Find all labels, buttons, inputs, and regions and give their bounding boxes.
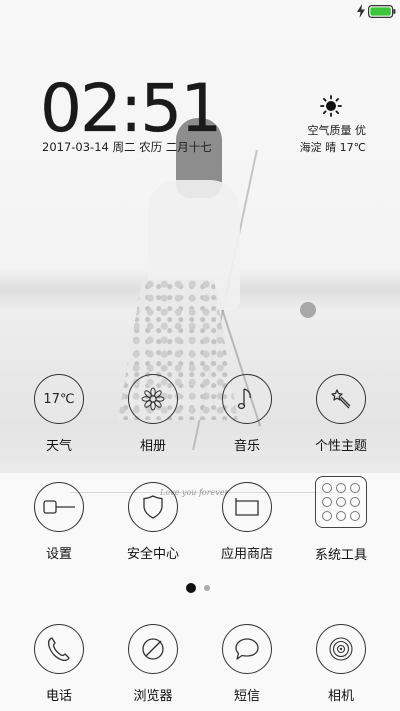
app-label: 短信 [233,689,260,704]
app-store[interactable]: 应用商店 [200,482,294,562]
app-music[interactable]: 音乐 [200,374,294,454]
battery-full-icon [368,5,396,18]
shopping-bag-icon [235,498,259,516]
status-bar [0,0,400,24]
clock-hour: 02 [40,70,122,147]
app-label: 系统工具 [314,548,367,563]
shield-icon [143,495,163,519]
browser-icon-circle [128,624,178,674]
app-weather[interactable]: 17℃ 天气 [12,374,106,454]
app-label: 电话 [45,689,72,704]
music-icon-circle [222,374,272,424]
app-phone[interactable]: 电话 [12,624,106,704]
app-messages[interactable]: 短信 [200,624,294,704]
app-label: 音乐 [233,439,260,454]
lightning-icon [357,4,365,18]
app-settings[interactable]: 设置 [12,482,106,562]
weather-temp-icon: 17℃ [34,374,84,424]
camera-icon-circle [316,624,366,674]
lock-clock: 02:51 [40,75,222,142]
camera-icon [329,637,353,661]
magic-wand-icon [331,389,351,409]
app-security[interactable]: 安全中心 [106,482,200,562]
tools-folder-icon [315,476,367,528]
gallery-icon-circle [128,374,178,424]
app-label: 天气 [45,439,72,454]
wallpaper-ball [300,302,316,318]
phone-icon-circle [34,624,84,674]
folder-system-tools[interactable]: 系统工具 [294,476,388,563]
date-text: 2017-03-14 周二 农历 二月十七 [42,140,212,154]
weather-summary-text: 海淀 晴 17℃ [299,141,366,154]
phone-icon [47,637,70,662]
page-indicator[interactable] [186,582,210,594]
weather-icon-temp: 17℃ [43,391,75,407]
app-themes[interactable]: 个性主题 [294,374,388,454]
page-dot[interactable] [204,585,210,591]
sun-icon [320,95,342,117]
air-quality-text: 空气质量 优 [307,124,367,137]
settings-icon-circle [34,482,84,532]
music-note-icon [237,388,251,410]
app-label: 设置 [45,547,72,562]
security-icon-circle [128,482,178,532]
themes-icon-circle [316,374,366,424]
browser-icon [142,638,164,660]
store-icon-circle [222,482,272,532]
page-dot-active[interactable] [186,583,196,593]
app-browser[interactable]: 浏览器 [106,624,200,704]
app-label: 安全中心 [126,547,179,562]
app-label: 浏览器 [133,689,173,704]
settings-toggle-icon [43,500,75,514]
clock-separator: : [119,70,142,147]
app-label: 相册 [139,439,166,454]
app-label: 个性主题 [314,439,367,454]
app-camera[interactable]: 相机 [294,624,388,704]
app-gallery[interactable]: 相册 [106,374,200,454]
message-icon [235,638,259,660]
app-label: 相机 [327,689,354,704]
messages-icon-circle [222,624,272,674]
clock-minute: 51 [140,70,222,147]
flower-icon [141,387,165,411]
app-label: 应用商店 [220,547,273,562]
